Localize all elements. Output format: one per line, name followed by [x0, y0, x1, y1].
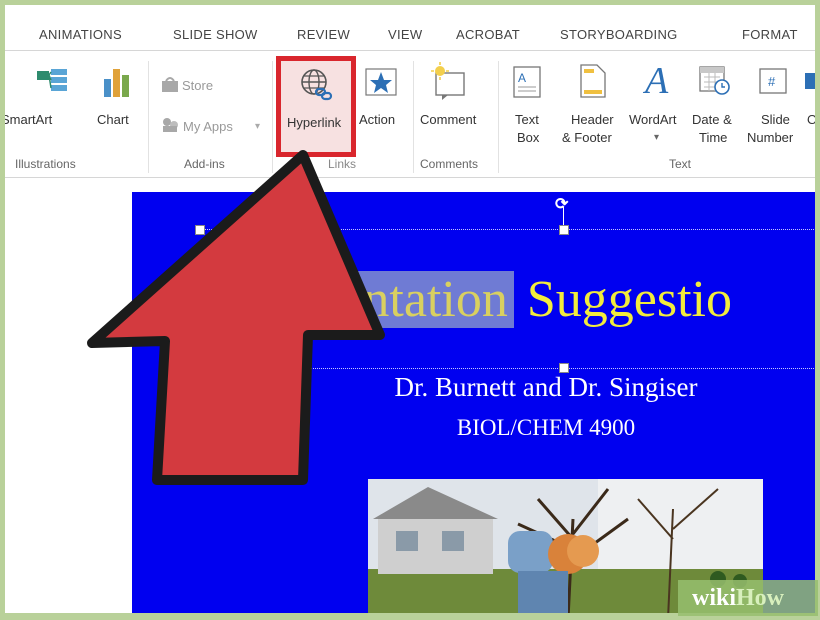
slide-editor-area: ⟳ esentation Suggestio Dr. Burnett and D… — [5, 150, 815, 613]
pointer-arrow-icon — [87, 150, 385, 485]
app-window: ANIMATIONS SLIDE SHOW REVIEW VIEW ACROBA… — [5, 5, 815, 613]
wikihow-watermark: wikiHow — [678, 580, 818, 616]
watermark-wiki: wiki — [692, 585, 737, 611]
watermark-how: How — [736, 585, 785, 611]
